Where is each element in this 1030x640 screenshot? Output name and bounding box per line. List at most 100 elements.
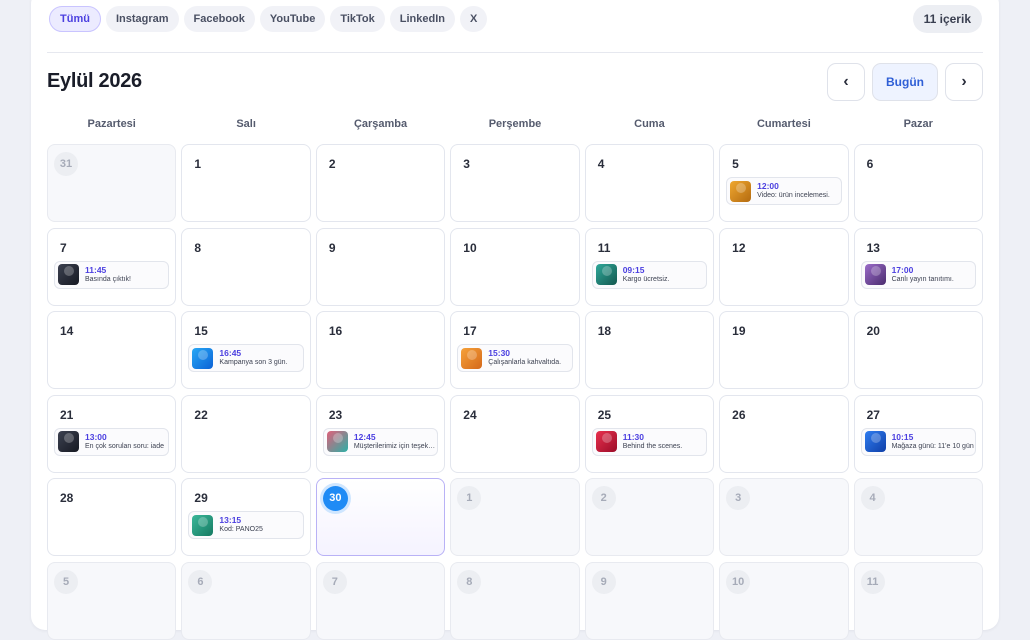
day-cell[interactable]: 16 [315, 311, 446, 389]
scheduled-post[interactable]: 11:30 Behind the scenes. [591, 427, 708, 456]
scheduled-post[interactable]: 17:00 Canlı yayın tanıtımı. [860, 260, 976, 289]
day-cell[interactable]: 6 [853, 144, 983, 222]
today-button[interactable]: Bugün [872, 63, 938, 101]
day-cell[interactable]: 25 11:30 Behind the scenes. [584, 394, 715, 473]
day-number: 10 [726, 569, 751, 594]
day-cell[interactable]: 24 [450, 394, 580, 473]
filter-chip-youtube[interactable]: YouTube [259, 6, 326, 32]
day-cell[interactable]: 10 [450, 227, 580, 306]
scheduled-post[interactable]: 16:45 Kampanya son 3 gün. [188, 344, 304, 372]
post-text: 11:45 Basında çıktık! [85, 265, 131, 285]
day-cell-outside-month[interactable]: 9 [584, 561, 715, 640]
scheduled-post[interactable]: 09:15 Kargo ücretsiz. [591, 260, 708, 289]
day-cell-outside-month[interactable]: 6 [181, 561, 311, 640]
day-cell[interactable]: 12 [719, 227, 849, 306]
day-cell-outside-month[interactable]: 11 [853, 561, 983, 640]
day-cell[interactable]: 15 16:45 Kampanya son 3 gün. [181, 311, 311, 389]
filter-chip-tümü[interactable]: Tümü [49, 6, 101, 32]
day-number: 3 [463, 157, 470, 171]
filter-chip-facebook[interactable]: Facebook [183, 6, 255, 32]
day-cell[interactable]: 23 12:45 Müşterilerimiz için teşekkürler [315, 394, 446, 473]
post-thumbnail-image [864, 431, 886, 452]
day-number: 1 [457, 486, 482, 510]
scheduled-post[interactable]: 10:15 Mağaza günü: 11'e 10 gün [860, 427, 976, 456]
scheduled-post[interactable]: 13:15 Kod: PANO25 [188, 511, 304, 539]
day-cell-outside-month[interactable]: 1 [450, 478, 580, 556]
day-number: 8 [457, 569, 482, 594]
day-cell[interactable]: 8 [181, 227, 311, 306]
scheduled-post[interactable]: 12:45 Müşterilerimiz için teşekkürler [322, 427, 439, 456]
day-cell-today[interactable]: 30 [315, 478, 446, 556]
day-number: 6 [866, 157, 874, 171]
day-cell-outside-month[interactable]: 3 [719, 478, 849, 556]
day-cell[interactable]: 11 09:15 Kargo ücretsiz. [584, 227, 715, 306]
day-cell[interactable]: 7 11:45 Basında çıktık! [47, 227, 177, 306]
scheduled-post[interactable]: 13:00 En çok sorulan soru: iade [54, 427, 170, 456]
day-cell[interactable]: 2 [315, 144, 446, 222]
filter-chip-linkedin[interactable]: LinkedIn [389, 6, 455, 32]
filter-chip-instagram[interactable]: Instagram [105, 6, 179, 32]
day-cell[interactable]: 5 12:00 Video: ürün incelemesi. [719, 144, 849, 222]
day-cell[interactable]: 26 [719, 394, 849, 473]
day-cell[interactable]: 29 13:15 Kod: PANO25 [181, 478, 311, 556]
post-title: Video: ürün incelemesi. [757, 192, 830, 199]
day-number: 5 [732, 157, 739, 171]
day-number: 22 [194, 407, 208, 422]
filter-chip-x[interactable]: X [459, 6, 488, 32]
post-time: 16:45 [219, 348, 242, 358]
day-cell[interactable]: 20 [853, 311, 983, 389]
scheduled-post[interactable]: 11:45 Basında çıktık! [54, 260, 170, 289]
day-cell-outside-month[interactable]: 5 [47, 561, 177, 640]
day-cell-outside-month[interactable]: 10 [719, 561, 849, 640]
day-number: 8 [194, 240, 202, 255]
day-cell-outside-month[interactable]: 31 [47, 144, 177, 222]
post-time: 10:15 [891, 431, 914, 442]
day-cell-outside-month[interactable]: 7 [315, 561, 446, 640]
post-time: 12:00 [757, 181, 779, 191]
day-cell-outside-month[interactable]: 2 [584, 478, 715, 556]
day-number: 6 [188, 569, 213, 594]
filter-chip-tiktok[interactable]: TikTok [330, 6, 385, 32]
day-cell-outside-month[interactable]: 8 [450, 561, 580, 640]
day-number: 5 [54, 569, 78, 594]
next-month-button[interactable]: › [945, 63, 983, 101]
post-time: 13:15 [219, 515, 242, 525]
day-cell[interactable]: 27 10:15 Mağaza günü: 11'e 10 gün [853, 394, 983, 473]
day-number: 29 [194, 491, 208, 505]
day-cell[interactable]: 22 [181, 394, 311, 473]
post-thumbnail-image [595, 264, 617, 285]
post-title: Behind the scenes. [622, 442, 683, 450]
post-time: 13:00 [85, 431, 107, 442]
header-divider [47, 52, 983, 53]
day-number: 12 [732, 240, 746, 255]
post-title: Kargo ücretsiz. [622, 275, 670, 283]
day-number: 26 [732, 407, 746, 422]
day-cell[interactable]: 21 13:00 En çok sorulan soru: iade [47, 394, 177, 473]
day-number: 4 [860, 486, 885, 510]
day-cell[interactable]: 18 [584, 311, 715, 389]
day-number: 10 [463, 240, 477, 255]
scheduled-post[interactable]: 15:30 Çalışanlarla kahvaltıda. [457, 344, 573, 372]
weekday-label: Çarşamba [353, 118, 408, 130]
day-number: 25 [597, 407, 612, 422]
post-thumbnail-image [58, 431, 79, 452]
day-cell[interactable]: 13 17:00 Canlı yayın tanıtımı. [853, 227, 983, 306]
scheduled-post[interactable]: 12:00 Video: ürün incelemesi. [726, 177, 842, 205]
day-cell-outside-month[interactable]: 4 [853, 478, 983, 556]
month-title: Eylül 2026 [47, 70, 142, 92]
post-title: Kampanya son 3 gün. [219, 359, 288, 366]
day-cell[interactable]: 17 15:30 Çalışanlarla kahvaltıda. [450, 311, 580, 389]
day-cell[interactable]: 1 [181, 144, 311, 222]
day-cell[interactable]: 4 [584, 144, 715, 222]
day-cell[interactable]: 9 [315, 227, 446, 306]
day-number: 9 [328, 240, 336, 255]
day-cell[interactable]: 14 [47, 311, 177, 389]
day-cell[interactable]: 3 [450, 144, 580, 222]
day-number: 19 [732, 324, 746, 338]
previous-month-button[interactable]: ‹ [827, 63, 865, 101]
day-cell[interactable]: 28 [47, 478, 177, 556]
day-cell[interactable]: 19 [719, 311, 849, 389]
post-time: 17:00 [891, 264, 914, 275]
day-number: 16 [328, 324, 343, 338]
day-number: 27 [866, 407, 880, 422]
